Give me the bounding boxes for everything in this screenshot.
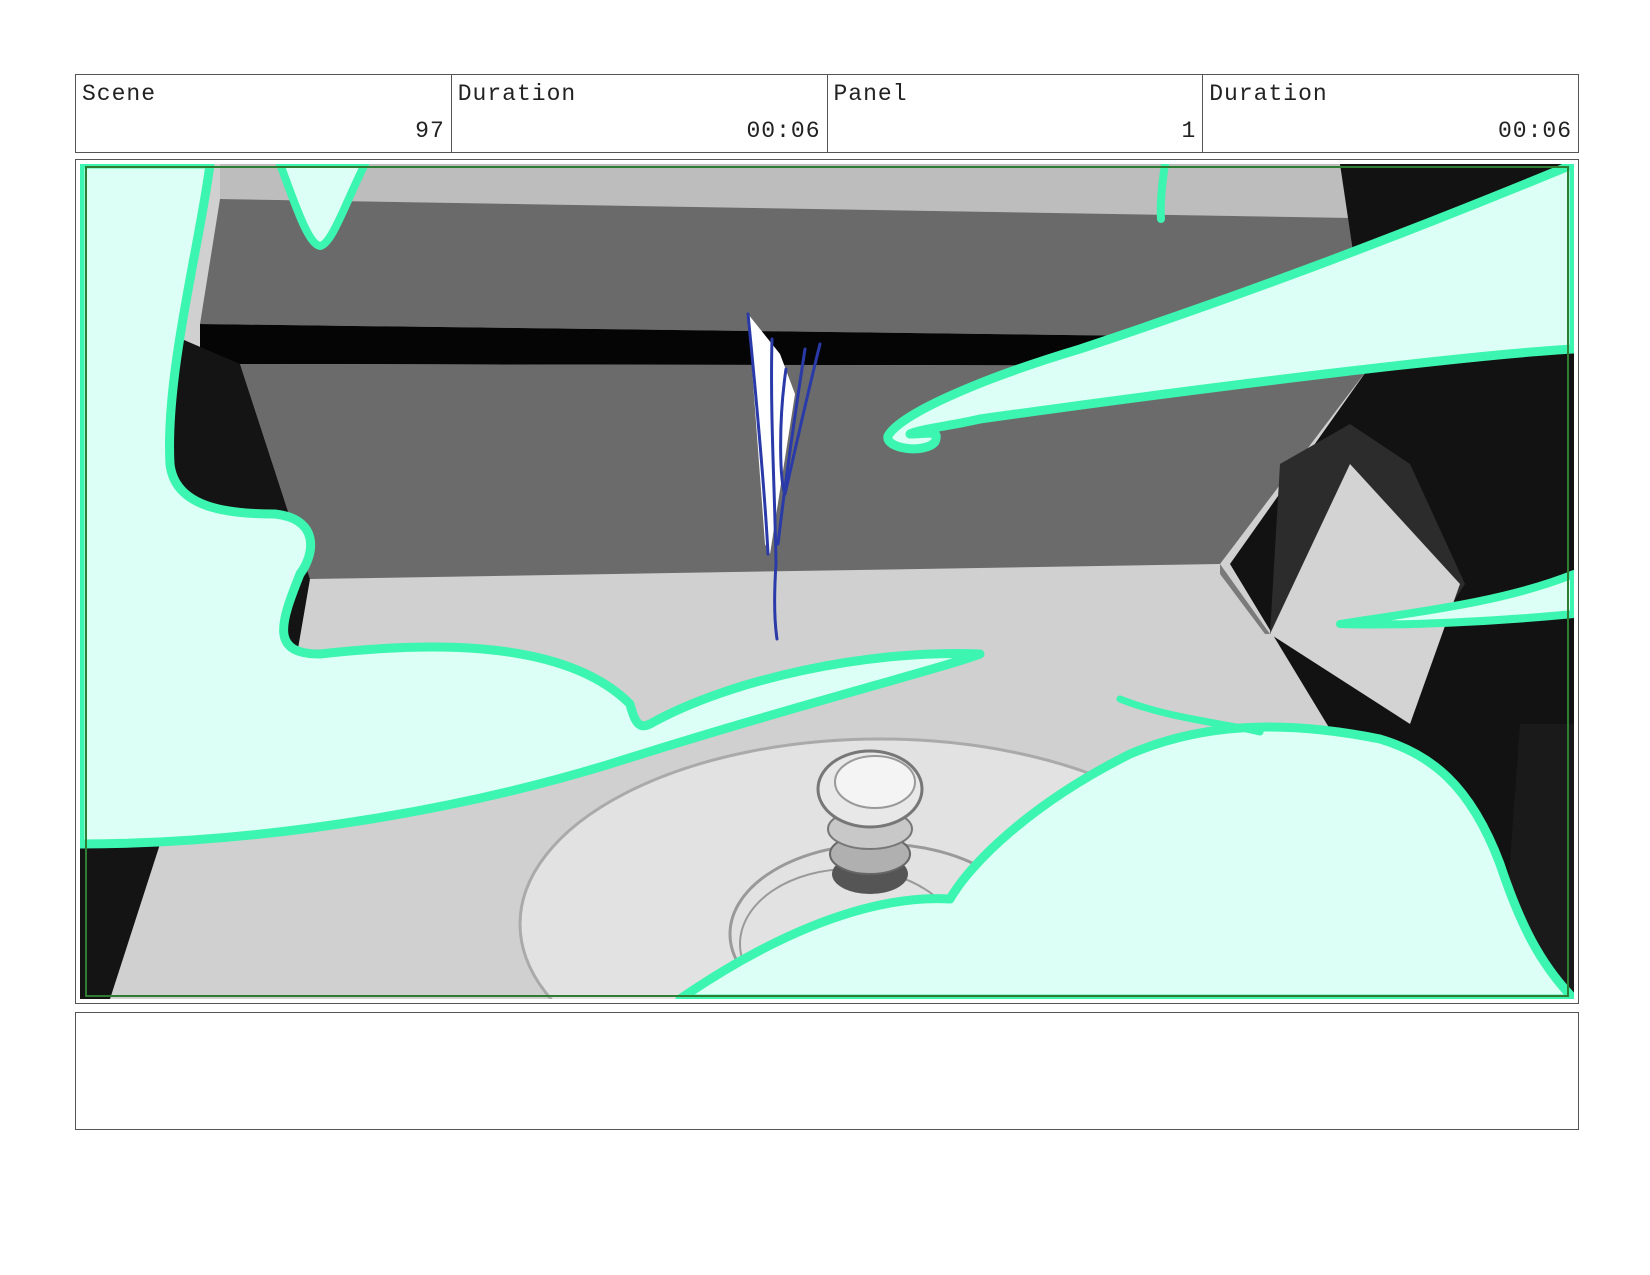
panel-duration-value: 00:06 [1497, 118, 1572, 144]
scene-cell: Scene 97 [76, 75, 452, 152]
scene-duration-value: 00:06 [746, 118, 821, 144]
scene-duration-label: Duration [457, 81, 577, 107]
spire-cap [834, 755, 916, 809]
effect-line-top-right [1156, 164, 1169, 223]
scene-number: 97 [415, 118, 445, 144]
panel-artwork [80, 164, 1574, 999]
panel-number: 1 [1181, 118, 1197, 144]
panel-label: Panel [833, 81, 908, 107]
panel-duration-label: Duration [1209, 81, 1328, 107]
scene-label: Scene [82, 81, 157, 107]
scene-duration-cell: Duration 00:06 [452, 75, 828, 152]
panel-duration-cell: Duration 00:06 [1203, 75, 1578, 152]
storyboard-panel [75, 159, 1579, 1004]
panel-cell: Panel 1 [828, 75, 1204, 152]
back-wall [240, 364, 1370, 579]
panel-notes[interactable] [75, 1012, 1579, 1130]
panel-header: Scene 97 Duration 00:06 Panel 1 Duration… [75, 74, 1579, 153]
